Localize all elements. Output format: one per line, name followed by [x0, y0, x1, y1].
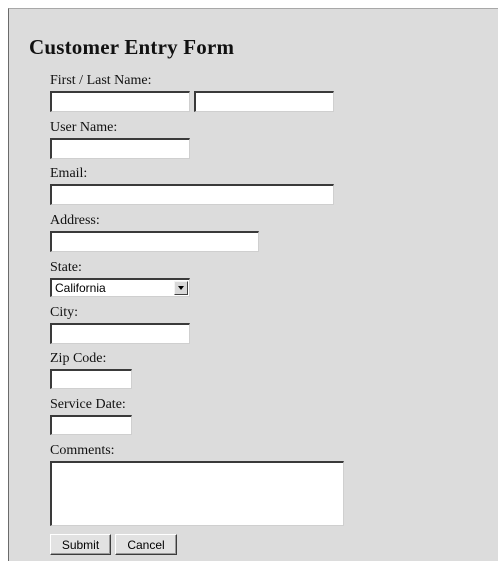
- city-input[interactable]: [50, 323, 190, 344]
- submit-button[interactable]: Submit: [50, 534, 111, 555]
- username-input[interactable]: [50, 138, 190, 159]
- page-title: Customer Entry Form: [29, 35, 235, 59]
- chevron-down-icon[interactable]: [174, 281, 188, 295]
- cancel-button[interactable]: Cancel: [115, 534, 177, 555]
- state-select[interactable]: California: [50, 278, 190, 297]
- form-panel: Customer Entry Form First / Last Name: U…: [8, 8, 498, 561]
- service-date-input[interactable]: [50, 415, 132, 435]
- first-name-input[interactable]: [50, 91, 190, 112]
- zip-label: Zip Code:: [50, 351, 107, 366]
- email-label: Email:: [50, 166, 88, 181]
- service-date-label: Service Date:: [50, 397, 126, 412]
- name-label: First / Last Name:: [50, 73, 152, 88]
- address-label: Address:: [50, 213, 100, 228]
- zip-input[interactable]: [50, 369, 132, 389]
- email-input[interactable]: [50, 184, 334, 205]
- username-label: User Name:: [50, 120, 118, 135]
- address-input[interactable]: [50, 231, 259, 252]
- state-select-value: California: [55, 281, 106, 295]
- comments-label: Comments:: [50, 443, 115, 458]
- last-name-input[interactable]: [194, 91, 334, 112]
- comments-textarea[interactable]: [50, 461, 344, 526]
- city-label: City:: [50, 305, 79, 320]
- state-label: State:: [50, 260, 82, 275]
